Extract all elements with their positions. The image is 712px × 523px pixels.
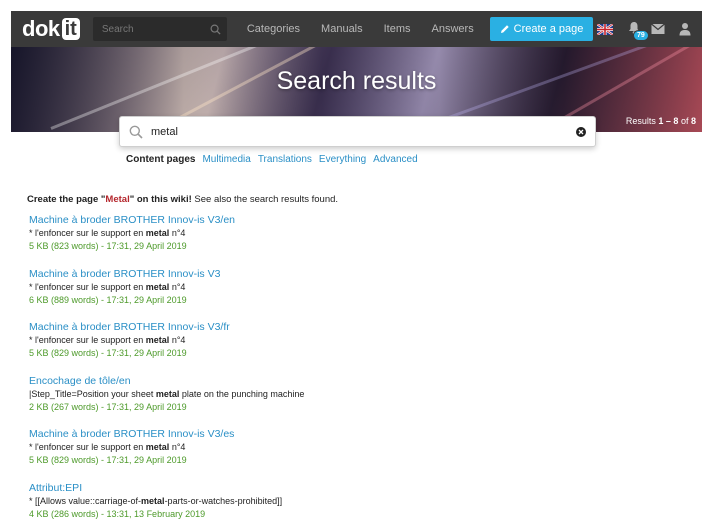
notifications-bell[interactable]: 79 xyxy=(627,21,649,41)
result-title-link[interactable]: Encochage de tôle/en xyxy=(29,375,689,388)
result-meta: 5 KB (823 words) - 17:31, 29 April 2019 xyxy=(29,241,187,251)
result-snippet: * [[Allows value::carriage-of-metal-part… xyxy=(29,495,689,508)
top-navbar: dok it Categories Manuals Items Answers … xyxy=(11,11,702,47)
notification-badge: 79 xyxy=(633,30,649,41)
create-note-prefix: Create the page " xyxy=(27,194,106,205)
nav-search-input[interactable] xyxy=(93,23,206,35)
results-of: of xyxy=(680,116,689,126)
search-input[interactable] xyxy=(151,125,576,138)
main-search-box xyxy=(119,116,596,147)
snippet-pre: |Step_Title=Position your sheet xyxy=(29,388,156,399)
results-count: Results 1 – 8 of 8 xyxy=(626,116,696,126)
create-page-label: Create a page xyxy=(513,23,584,35)
snippet-match: metal xyxy=(145,335,170,345)
create-note-suffix: " on this wiki! xyxy=(129,194,192,205)
nav-links: Categories Manuals Items Answers xyxy=(247,23,495,35)
uk-flag-icon[interactable] xyxy=(597,23,613,35)
snippet-post: n°4 xyxy=(169,442,186,452)
nav-link-manuals[interactable]: Manuals xyxy=(321,23,363,35)
snippet-pre: * l'enfoncer sur le support en xyxy=(29,281,146,292)
list-item: Machine à broder BROTHER Innov-is V3 * l… xyxy=(29,268,689,322)
snippet-match: metal xyxy=(145,228,170,238)
result-title-link[interactable]: Attribut:EPI xyxy=(29,482,689,495)
mail-icon[interactable] xyxy=(651,23,665,35)
clear-icon[interactable] xyxy=(576,126,586,137)
search-icon[interactable] xyxy=(206,19,226,39)
tab-everything[interactable]: Everything xyxy=(319,154,366,165)
result-meta: 4 KB (286 words) - 13:31, 13 February 20… xyxy=(29,508,206,519)
results-total: 8 xyxy=(690,116,696,126)
list-item: Machine à broder BROTHER Innov-is V3/en … xyxy=(29,214,689,268)
snippet-pre: * l'enfoncer sur le support en xyxy=(29,442,146,452)
result-snippet: * l'enfoncer sur le support en metal n°4 xyxy=(29,227,689,240)
result-title-link[interactable]: Machine à broder BROTHER Innov-is V3/es xyxy=(29,428,689,441)
page-title: Search results xyxy=(276,67,437,95)
nav-link-answers[interactable]: Answers xyxy=(432,23,474,35)
result-meta: 5 KB (829 words) - 17:31, 29 April 2019 xyxy=(29,455,187,465)
result-snippet: |Step_Title=Position your sheet metal pl… xyxy=(29,388,689,401)
snippet-post: n°4 xyxy=(169,335,186,345)
nav-link-items[interactable]: Items xyxy=(384,23,411,35)
snippet-pre: * l'enfoncer sur le support en xyxy=(29,228,146,238)
tab-multimedia[interactable]: Multimedia xyxy=(202,154,250,165)
nav-search xyxy=(92,17,227,41)
snippet-match: metal xyxy=(145,442,170,452)
results-prefix: Results xyxy=(625,116,656,126)
tab-translations[interactable]: Translations xyxy=(258,154,312,165)
result-title-link[interactable]: Machine à broder BROTHER Innov-is V3/en xyxy=(29,214,689,227)
create-page-link[interactable]: Metal xyxy=(105,194,129,205)
logo-box: it xyxy=(61,18,80,40)
pencil-icon xyxy=(500,25,509,33)
search-icon xyxy=(129,125,143,139)
snippet-post: -parts-or-watches-prohibited]] xyxy=(164,495,283,506)
result-snippet: * l'enfoncer sur le support en metal n°4 xyxy=(29,334,689,347)
snippet-match: metal xyxy=(141,495,165,506)
tab-content-pages[interactable]: Content pages xyxy=(126,154,195,165)
dokit-logo[interactable]: dok it xyxy=(22,11,80,47)
result-meta: 2 KB (267 words) - 17:31, 29 April 2019 xyxy=(29,401,187,412)
snippet-pre: * l'enfoncer sur le support en xyxy=(29,335,146,345)
logo-text: dok xyxy=(22,16,60,41)
create-page-note: Create the page "Metal" on this wiki! Se… xyxy=(27,194,338,205)
list-item: Encochage de tôle/en |Step_Title=Positio… xyxy=(29,375,689,429)
nav-icons: 79 xyxy=(595,11,691,47)
snippet-post: n°4 xyxy=(169,228,186,238)
result-meta: 5 KB (829 words) - 17:31, 29 April 2019 xyxy=(29,348,187,358)
snippet-post: n°4 xyxy=(169,281,186,292)
list-item: Attribut:EPI * [[Allows value::carriage-… xyxy=(29,482,689,523)
snippet-match: metal xyxy=(155,388,180,399)
snippet-pre: * [[Allows value::carriage-of- xyxy=(29,495,142,506)
result-title-link[interactable]: Machine à broder BROTHER Innov-is V3 xyxy=(29,268,689,281)
search-filter-tabs: Content pages Multimedia Translations Ev… xyxy=(126,154,418,165)
list-item: Machine à broder BROTHER Innov-is V3/es … xyxy=(29,428,689,482)
search-results-list: Machine à broder BROTHER Innov-is V3/en … xyxy=(29,214,689,523)
result-snippet: * l'enfoncer sur le support en metal n°4 xyxy=(29,281,689,294)
user-icon[interactable] xyxy=(679,22,691,36)
create-note-tail: See also the search results found. xyxy=(191,194,339,205)
list-item: Machine à broder BROTHER Innov-is V3/fr … xyxy=(29,321,689,375)
create-page-button[interactable]: Create a page xyxy=(490,17,593,41)
snippet-post: plate on the punching machine xyxy=(179,388,305,399)
result-snippet: * l'enfoncer sur le support en metal n°4 xyxy=(29,441,689,454)
result-meta: 6 KB (889 words) - 17:31, 29 April 2019 xyxy=(29,294,187,305)
results-range: 1 – 8 xyxy=(658,116,679,126)
tab-advanced[interactable]: Advanced xyxy=(373,154,417,165)
snippet-match: metal xyxy=(145,281,170,292)
nav-link-categories[interactable]: Categories xyxy=(247,23,300,35)
result-title-link[interactable]: Machine à broder BROTHER Innov-is V3/fr xyxy=(29,321,689,334)
